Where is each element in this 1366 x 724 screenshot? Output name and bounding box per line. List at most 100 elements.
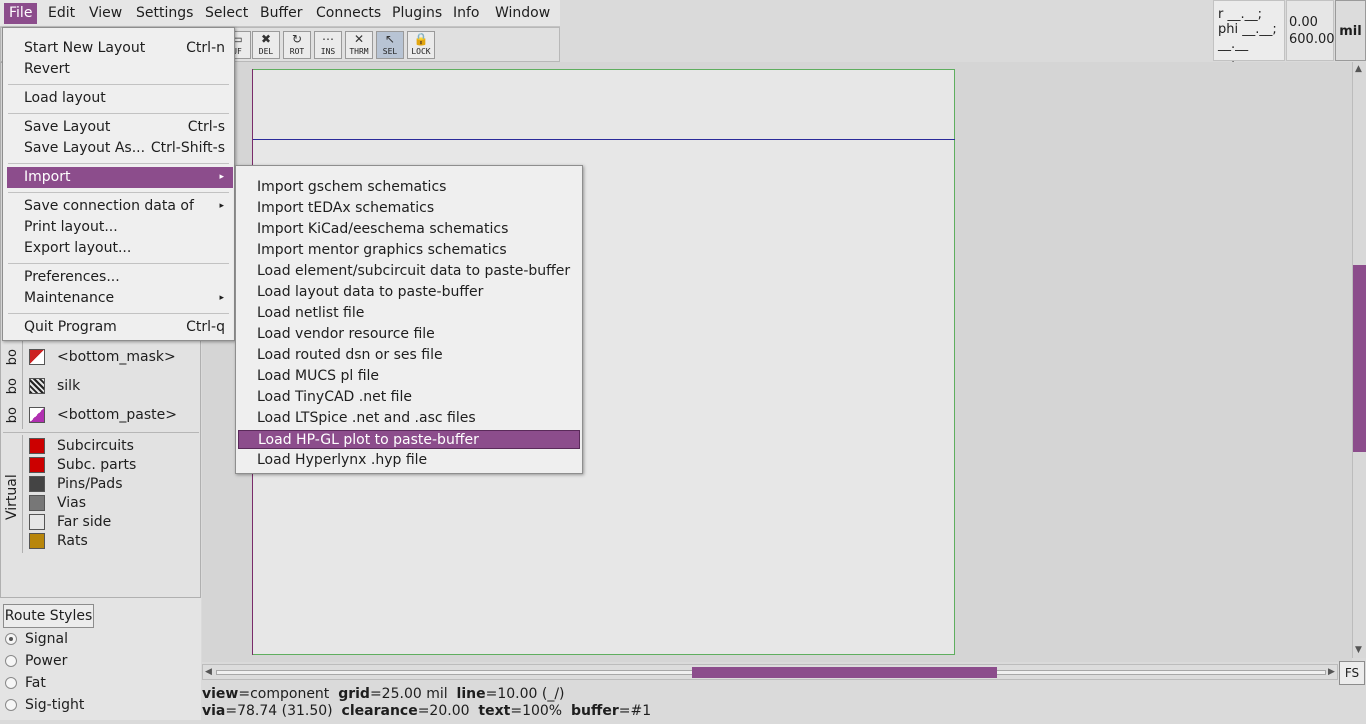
status-value: =78.74 (31.50) [225,703,333,719]
layer-color-swatch[interactable] [29,349,45,365]
menu-plugins[interactable]: Plugins [387,3,447,24]
menu-select[interactable]: Select [200,3,253,24]
layer-row[interactable]: bo <bottom_paste> [1,403,201,429]
r-readout: r __.__; [1218,7,1262,22]
menu-item-load-hpgl[interactable]: Load HP-GL plot to paste-buffer [238,430,580,449]
menu-item-load-element-buffer[interactable]: Load element/subcircuit data to paste-bu… [237,261,581,282]
layer-color-swatch[interactable] [29,514,45,530]
status-value: =20.00 [417,703,470,719]
layer-color-swatch[interactable] [29,533,45,549]
layer-group-label: bo [5,349,20,366]
layer-name: silk [57,378,81,394]
menu-item-revert[interactable]: Revert [4,59,233,80]
y-coord: 600.00 [1289,32,1335,47]
menu-item-print-layout[interactable]: Print layout... [4,217,233,238]
unit-toggle-button[interactable]: mil [1335,0,1366,61]
menu-item-save-layout-as[interactable]: Save Layout As... Ctrl-Shift-s [4,138,233,159]
virtual-layer-row[interactable]: Pins/Pads [1,475,201,494]
layer-name: Far side [57,514,112,530]
menu-connects[interactable]: Connects [311,3,386,24]
scroll-up-arrow-icon[interactable]: ▲ [1355,64,1362,74]
menu-item-load-layout[interactable]: Load layout [4,88,233,109]
menu-info[interactable]: Info [448,3,485,24]
route-style-label: Sig-tight [25,697,85,713]
horizontal-scroll-thumb[interactable] [692,667,997,678]
route-style-radio-fat[interactable] [5,677,17,689]
menu-item-load-ltspice[interactable]: Load LTSpice .net and .asc files [237,408,581,429]
vertical-scroll-thumb[interactable] [1353,265,1366,452]
virtual-layer-row[interactable]: Subcircuits [1,437,201,456]
menu-item-import[interactable]: Import ▸ [7,167,233,188]
virtual-layer-row[interactable]: Subc. parts [1,456,201,475]
layer-name: Rats [57,533,88,549]
status-key: line [456,686,486,702]
menu-item-import-kicad[interactable]: Import KiCad/eeschema schematics [237,219,581,240]
menu-item-load-dsn-ses[interactable]: Load routed dsn or ses file [237,345,581,366]
tool-insert[interactable]: ⋯ INS [314,31,342,59]
menu-item-load-hyperlynx[interactable]: Load Hyperlynx .hyp file [237,450,581,471]
virtual-layer-row[interactable]: Rats [1,532,201,551]
menu-item-import-tedax[interactable]: Import tEDAx schematics [237,198,581,219]
tool-rotate[interactable]: ↻ ROT [283,31,311,59]
menu-item-maintenance[interactable]: Maintenance ▸ [4,288,233,309]
menu-item-load-mucs[interactable]: Load MUCS pl file [237,366,581,387]
menu-buffer[interactable]: Buffer [255,3,308,24]
thermal-icon: ✕ [353,32,365,46]
menu-view[interactable]: View [84,3,127,24]
submenu-arrow-icon: ▸ [219,293,224,303]
menu-item-load-tinycad[interactable]: Load TinyCAD .net file [237,387,581,408]
menu-edit[interactable]: Edit [43,3,80,24]
status-line-1: view=component grid=25.00 mil line=10.00… [202,686,565,702]
lock-icon: 🔒 [413,32,429,46]
layer-group-label: bo [5,378,20,395]
submenu-arrow-icon: ▸ [219,172,224,182]
board-trace-line [252,139,955,140]
menu-item-export-layout[interactable]: Export layout... [4,238,233,259]
scroll-right-arrow-icon[interactable]: ▶ [1328,667,1335,677]
fullscreen-button[interactable]: FS [1339,661,1365,685]
layer-color-swatch[interactable] [29,378,45,394]
virtual-layer-row[interactable]: Vias [1,494,201,513]
status-value: =25.00 mil [369,686,448,702]
menu-settings[interactable]: Settings [131,3,198,24]
menu-item-load-layout-buffer[interactable]: Load layout data to paste-buffer [237,282,581,303]
layer-name: Pins/Pads [57,476,123,492]
layer-color-swatch[interactable] [29,476,45,492]
x-coord: 0.00 [1289,15,1318,30]
route-style-radio-signal[interactable] [5,633,17,645]
layer-row[interactable]: bo silk [1,374,201,400]
menu-item-load-vendor-resource[interactable]: Load vendor resource file [237,324,581,345]
layer-name: Vias [57,495,87,511]
menu-item-import-gschem[interactable]: Import gschem schematics [237,177,581,198]
tool-lock[interactable]: 🔒 LOCK [407,31,435,59]
menu-item-save-connection-data[interactable]: Save connection data of ▸ [4,196,233,217]
menu-item-load-netlist[interactable]: Load netlist file [237,303,581,324]
tool-delete[interactable]: ✖ DEL [252,31,280,59]
scroll-down-arrow-icon[interactable]: ▼ [1355,645,1362,655]
route-style-radio-power[interactable] [5,655,17,667]
layer-color-swatch[interactable] [29,457,45,473]
virtual-layer-row[interactable]: Far side [1,513,201,532]
scroll-left-arrow-icon[interactable]: ◀ [205,667,212,677]
layer-name: <bottom_paste> [57,407,177,423]
submenu-arrow-icon: ▸ [219,201,224,211]
menu-file[interactable]: File [4,3,38,24]
menu-item-start-new-layout[interactable]: Start New Layout Ctrl-n [4,38,233,59]
route-style-radio-sig-tight[interactable] [5,699,17,711]
menu-item-quit-program[interactable]: Quit Program Ctrl-q [4,317,233,338]
select-arrow-icon: ↖ [384,32,396,46]
polar-coord-readout: r __.__; phi __.__; __.__ __.__ [1213,0,1285,67]
layer-row[interactable]: bo <bottom_mask> [1,345,201,371]
layer-color-swatch[interactable] [29,407,45,423]
menu-item-import-mentor[interactable]: Import mentor graphics schematics [237,240,581,261]
tool-thermal[interactable]: ✕ THRM [345,31,373,59]
file-menu: Start New Layout Ctrl-n Revert Load layou… [2,27,235,341]
menu-item-save-layout[interactable]: Save Layout Ctrl-s [4,117,233,138]
layer-color-swatch[interactable] [29,495,45,511]
menu-window[interactable]: Window [490,3,555,24]
status-key: buffer [571,703,619,719]
menu-item-preferences[interactable]: Preferences... [4,267,233,288]
tool-select[interactable]: ↖ SEL [376,31,404,59]
layer-color-swatch[interactable] [29,438,45,454]
route-styles-button[interactable]: Route Styles [3,604,94,628]
